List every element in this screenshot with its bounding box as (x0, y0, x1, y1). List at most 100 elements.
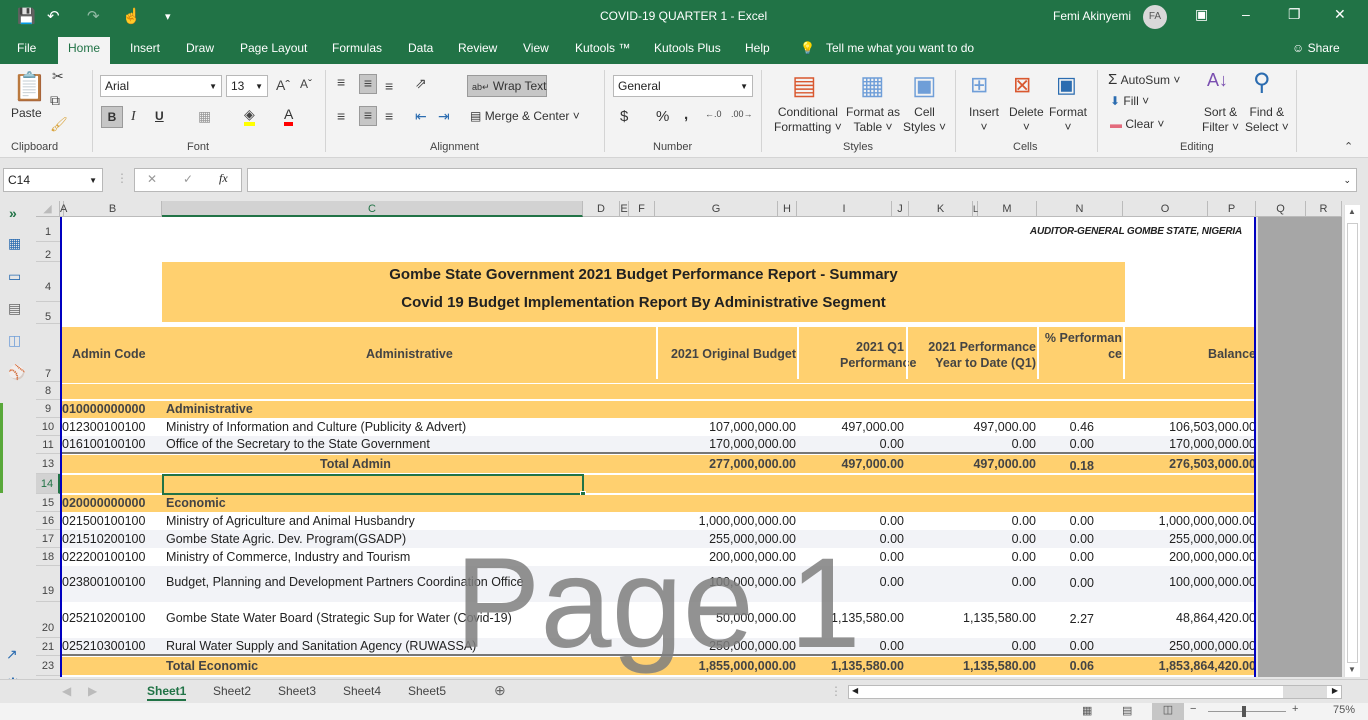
avatar[interactable]: FA (1143, 5, 1167, 29)
tab-insert[interactable]: Insert (130, 41, 160, 55)
currency-button[interactable]: $ (620, 108, 628, 125)
table-row[interactable]: 022200100100 Ministry of Commerce, Indus… (62, 548, 1254, 566)
paste-icon[interactable]: 📋 (12, 70, 47, 103)
decrease-indent-icon[interactable]: ⇤ (415, 108, 427, 125)
row-header-14[interactable]: 14 (36, 474, 60, 494)
find-replace-icon[interactable]: ⚾ (8, 364, 25, 381)
col-header-d[interactable]: D (583, 201, 620, 217)
align-right-icon[interactable]: ≡ (385, 108, 393, 124)
center-align-icon[interactable]: ≡ (359, 106, 377, 126)
insert-cells-icon[interactable]: ⊞ (970, 72, 988, 98)
normal-view-icon[interactable]: ▦ (1082, 704, 1092, 717)
font-size-select[interactable]: 13 ▼ (226, 75, 268, 97)
row-header-8[interactable]: 8 (36, 382, 60, 400)
zoom-slider[interactable] (1208, 711, 1286, 712)
fill-color-icon[interactable]: ◈ (244, 106, 255, 126)
collapse-ribbon-icon[interactable]: ⌃ (1344, 140, 1353, 153)
section-row-economic[interactable]: 020000000000 Economic (62, 495, 1254, 512)
enter-icon[interactable]: ✓ (183, 172, 193, 186)
clear-button[interactable]: ▬ Clear ˅ (1110, 117, 1164, 131)
orientation-icon[interactable]: ⇗ (415, 75, 427, 92)
col-header-g[interactable]: G (655, 201, 778, 217)
find-icon[interactable]: ⚲ (1253, 68, 1271, 97)
undo-icon[interactable]: ↶ (47, 7, 60, 25)
increase-font-icon[interactable]: Aˆ (276, 77, 290, 93)
wrap-text-button[interactable]: ab↵ Wrap Text (467, 75, 547, 97)
col-header-j[interactable]: J (892, 201, 909, 217)
bold-button[interactable]: B (101, 106, 123, 128)
paste-button[interactable]: Paste (11, 106, 42, 120)
cancel-icon[interactable]: ✕ (147, 172, 157, 186)
autosum-button[interactable]: Σ AutoSum ˅ (1108, 71, 1180, 88)
fill-button[interactable]: ⬇ Fill ˅ (1110, 94, 1149, 108)
tab-home[interactable]: Home (58, 37, 111, 64)
row-header-11[interactable]: 11 (36, 436, 60, 454)
expand-pane-icon[interactable]: » (9, 205, 17, 221)
col-header-f[interactable]: F (629, 201, 655, 217)
row-header-2[interactable]: 2 (36, 242, 60, 262)
middle-align-icon[interactable]: ≡ (359, 74, 377, 94)
minimize-icon[interactable]: – (1242, 6, 1250, 22)
page-layout-view-icon[interactable]: ▤ (1122, 704, 1132, 717)
font-color-icon[interactable]: A (284, 106, 294, 126)
bottom-align-icon[interactable]: ≡ (385, 78, 393, 94)
close-icon[interactable]: ✕ (1334, 6, 1346, 23)
align-left-icon[interactable]: ≡ (337, 108, 345, 124)
cell-styles-button[interactable]: Cell Styles ˅ (903, 105, 946, 135)
scroll-right-icon[interactable]: ▶ (1332, 686, 1338, 695)
zoom-level[interactable]: 75% (1333, 704, 1355, 716)
column-list-icon[interactable]: ◫ (8, 332, 21, 349)
col-header-b[interactable]: B (64, 201, 162, 217)
row-header-23[interactable]: 23 (36, 656, 60, 676)
row-header-15[interactable]: 15 (36, 494, 60, 512)
col-header-e[interactable]: E (620, 201, 629, 217)
save-icon[interactable]: 💾 (17, 7, 36, 25)
touch-mode-icon[interactable]: ☝ (122, 7, 141, 25)
top-align-icon[interactable]: ≡ (337, 74, 345, 90)
autotext-icon[interactable]: ▭ (8, 268, 21, 285)
col-header-h[interactable]: H (778, 201, 797, 217)
add-sheet-icon[interactable]: ⊕ (494, 682, 506, 699)
decrease-decimal-icon[interactable]: .00→ (731, 109, 753, 119)
sheet-tab-sheet5[interactable]: Sheet5 (408, 684, 446, 698)
table-row[interactable]: 023800100100 Budget, Planning and Develo… (62, 566, 1254, 602)
table-row[interactable]: 021510200100 Gombe State Agric. Dev. Pro… (62, 530, 1254, 548)
italic-button[interactable]: I (131, 109, 136, 125)
row-header-5[interactable]: 5 (36, 302, 60, 324)
tell-me-search[interactable]: Tell me what you want to do (826, 41, 974, 55)
format-as-table-icon[interactable]: ▦ (860, 70, 885, 101)
row-header-7[interactable]: 7 (36, 324, 60, 382)
sheet-tab-sheet2[interactable]: Sheet2 (213, 684, 251, 698)
zoom-slider-thumb[interactable] (1242, 706, 1246, 717)
row-header-21[interactable]: 21 (36, 638, 60, 656)
tab-split-handle[interactable]: ⋮ (830, 684, 842, 698)
horizontal-scrollbar[interactable]: ◀ ▶ (848, 685, 1342, 699)
col-header-n[interactable]: N (1037, 201, 1123, 217)
table-row[interactable]: 025210300100 Rural Water Supply and Sani… (62, 638, 1254, 656)
vertical-scroll-thumb[interactable] (1347, 223, 1358, 663)
page-break-preview-icon[interactable]: ◫ (1152, 703, 1184, 720)
tab-kutools[interactable]: Kutools ™ (575, 41, 630, 55)
row-header-1[interactable]: 1 (36, 222, 60, 242)
col-header-c[interactable]: C (162, 201, 583, 217)
worksheet-grid[interactable]: AUDITOR-GENERAL GOMBE STATE, NIGERIA Gom… (60, 217, 1256, 677)
user-name[interactable]: Femi Akinyemi (1053, 9, 1131, 23)
delete-cells-button[interactable]: Delete ˅ (1009, 105, 1044, 135)
copy-icon[interactable]: ⧉ (50, 92, 60, 109)
total-row-economic[interactable]: Total Economic 1,855,000,000.00 1,135,58… (62, 657, 1254, 675)
sort-filter-button[interactable]: Sort & Filter ˅ (1202, 105, 1239, 135)
share-button[interactable]: ☺ Share (1292, 41, 1340, 55)
find-select-button[interactable]: Find & Select ˅ (1245, 105, 1289, 135)
tab-data[interactable]: Data (408, 41, 433, 55)
total-row-admin[interactable]: Total Admin 277,000,000.00 497,000.00 49… (62, 455, 1254, 473)
row-header-13[interactable]: 13 (36, 454, 60, 474)
col-header-o[interactable]: O (1123, 201, 1208, 217)
col-header-m[interactable]: M (978, 201, 1037, 217)
increase-indent-icon[interactable]: ⇥ (438, 108, 450, 125)
number-format-select[interactable]: General ▼ (613, 75, 753, 97)
table-row[interactable]: 016100100100 Office of the Secretary to … (62, 436, 1254, 454)
col-header-r[interactable]: R (1306, 201, 1342, 217)
tab-review[interactable]: Review (458, 41, 497, 55)
increase-decimal-icon[interactable]: ←.0 (705, 109, 722, 119)
format-cells-button[interactable]: Format ˅ (1049, 105, 1087, 135)
